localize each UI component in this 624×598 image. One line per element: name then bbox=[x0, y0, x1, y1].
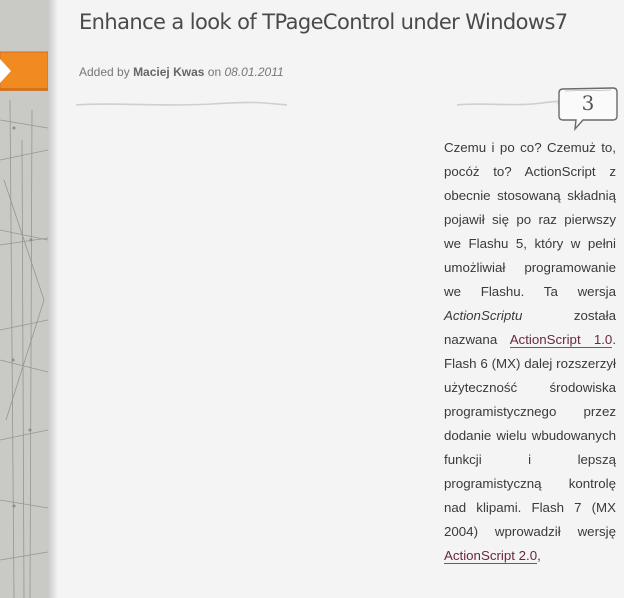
article-text-3: . Flash 6 (MX) dalej rozszerzył użyteczn… bbox=[444, 332, 617, 539]
article-emphasis: ActionScriptu bbox=[444, 308, 523, 323]
sketch-divider bbox=[75, 100, 562, 106]
meta-on: on bbox=[207, 65, 222, 79]
link-actionscript-2[interactable]: ActionScript 2.0 bbox=[444, 548, 538, 564]
comment-count[interactable]: 3 bbox=[562, 88, 614, 118]
meta-prefix: Added by bbox=[79, 65, 130, 79]
article-body: Czemu i po co? Czemuż to, pocóż to? Acti… bbox=[444, 136, 616, 568]
post-meta: Added by Maciej Kwas on 08.01.2011 bbox=[79, 65, 284, 79]
post-date: 08.01.2011 bbox=[224, 65, 284, 79]
post-title[interactable]: Enhance a look of TPageControl under Win… bbox=[79, 10, 599, 34]
link-actionscript-1[interactable]: ActionScript 1.0 bbox=[509, 332, 613, 348]
article-text-1: Czemu i po co? Czemuż to, pocóż to? Acti… bbox=[444, 140, 616, 299]
article-text-4: , bbox=[537, 548, 541, 563]
author-name[interactable]: Maciej Kwas bbox=[133, 65, 204, 79]
page-shadow bbox=[48, 0, 58, 598]
orange-ribbon-arrow-icon bbox=[0, 50, 49, 92]
